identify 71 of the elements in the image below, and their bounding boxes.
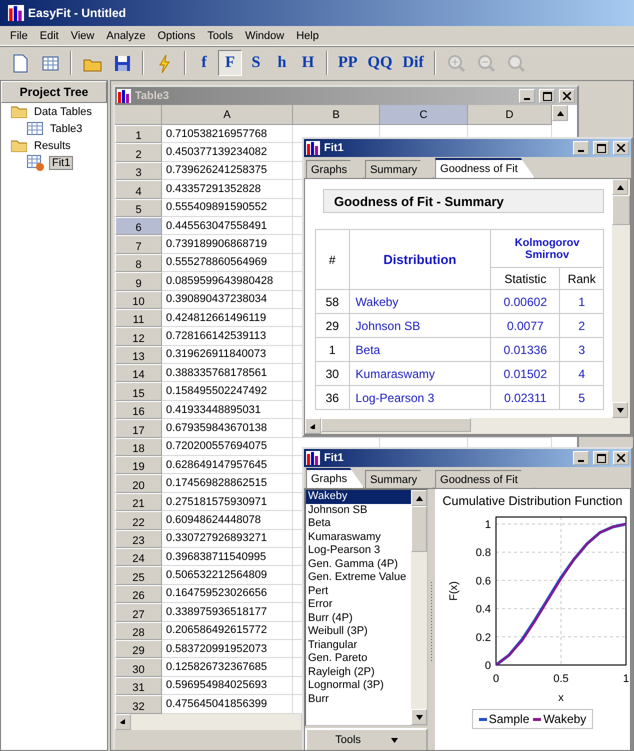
x-tick-label: 0.5 [553, 673, 569, 685]
table-cell: 58 [316, 290, 350, 314]
window-title: Fit1 [324, 142, 345, 154]
table-cell: 0.555278860564969 [162, 254, 293, 272]
window-title: Table3 [135, 90, 170, 102]
section-heading: Goodness of Fit - Summary [323, 189, 604, 213]
y-tick-label: 0.2 [476, 632, 491, 644]
table-cell: 0.41933448895031 [162, 400, 293, 420]
table-cell: 30 [316, 362, 350, 386]
y-tick-label: 1 [484, 519, 491, 532]
table-cell: 0.728166142539113 [162, 327, 293, 346]
column-header: Distribution [349, 230, 491, 290]
table-cell: 0.00602 [490, 290, 560, 314]
table-cell: 0.583720991952073 [162, 640, 293, 658]
y-tick-label: 0.4 [476, 604, 491, 616]
table-cell: 0.388335768178561 [162, 364, 293, 382]
table-cell: 0.710538216957768 [162, 125, 293, 144]
x-tick-label: 0 [492, 673, 500, 685]
table-cell: 0.164759523026656 [162, 584, 293, 604]
table-cell: 5 [560, 386, 604, 410]
table-cell: 2 [560, 314, 604, 338]
y-axis-label: F(x) [448, 581, 460, 601]
table-cell: 0.158495502247492 [162, 382, 293, 401]
legend-item: Wakeby [533, 712, 586, 726]
y-tick-label: 0.8 [476, 547, 491, 560]
table-cell: 0.679359843670138 [162, 419, 293, 438]
column-header: Statistic [490, 268, 560, 290]
x-tick-label: 1 [622, 673, 630, 685]
table-cell: 0.390890437238034 [162, 290, 293, 309]
table-cell: 0.330727926893271 [162, 530, 293, 548]
legend-item: Sample [478, 712, 530, 726]
table-cell: 0.0077 [490, 314, 560, 338]
x-axis-label: x [558, 692, 564, 704]
table-cell: 0.206586492615772 [162, 622, 293, 640]
table-cell: 0.396838711540995 [162, 548, 293, 566]
chart-title: Cumulative Distribution Function [442, 494, 622, 508]
table-cell: 4 [560, 362, 604, 386]
table-cell: 29 [316, 314, 350, 338]
table-cell: 1 [560, 290, 604, 314]
table-cell: 0.02311 [490, 386, 560, 410]
table-cell: 0.739189906868719 [162, 235, 293, 254]
window-title: EasyFit - Untitled [28, 6, 126, 20]
window-title: Fit1 [324, 452, 345, 464]
panel-header: Project Tree [1, 81, 107, 103]
table-cell: 0.0859599643980428 [162, 272, 293, 291]
table-cell: 0.174569828862515 [162, 474, 293, 493]
table-cell: 0.720200557694075 [162, 438, 293, 456]
y-tick-label: 0 [484, 660, 491, 672]
table-cell: 0.445563047558491 [162, 216, 293, 236]
table-cell: 0.424812661496119 [162, 308, 293, 328]
table-cell: 1 [316, 338, 350, 362]
table-cell: 0.596954984025693 [162, 676, 293, 696]
table-cell: 0.319626911840073 [162, 346, 293, 364]
column-group-header: Kolmogorov Smirnov [490, 230, 604, 268]
y-tick-label: 0.6 [476, 575, 491, 588]
table-cell: 0.43357291352828 [162, 180, 293, 199]
table-cell: 36 [316, 386, 350, 410]
table-cell: 0.01336 [490, 338, 560, 362]
table-cell: 0.60948624448078 [162, 511, 293, 530]
table-cell: 3 [560, 338, 604, 362]
table-cell: 0.628649147957645 [162, 456, 293, 474]
table-cell: 0.275181575930971 [162, 492, 293, 512]
table-cell: 0.01502 [490, 362, 560, 386]
table-cell: 0.125826732367685 [162, 658, 293, 677]
table-cell: 0.555409891590552 [162, 198, 293, 217]
column-header: Rank [560, 268, 604, 290]
table-cell: 0.506532212564809 [162, 566, 293, 585]
table-cell: 0.338975936518177 [162, 603, 293, 622]
column-header: # [316, 230, 350, 290]
table-cell: 0.450377139234082 [162, 143, 293, 162]
table-cell: 0.739626241258375 [162, 162, 293, 180]
